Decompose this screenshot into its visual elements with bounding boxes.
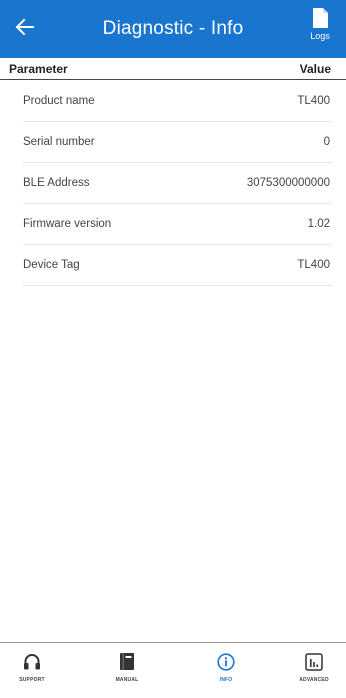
book-icon: [120, 653, 134, 670]
nav-advanced[interactable]: ADVANCED: [284, 653, 344, 683]
row-divider: [23, 285, 332, 286]
row-parameter: Product name: [23, 95, 95, 107]
nav-manual[interactable]: MANUAL: [97, 653, 157, 683]
table-row: Product name TL400: [0, 81, 346, 122]
nav-support[interactable]: SUPPORT: [2, 653, 62, 683]
table-row: Firmware version 1.02: [0, 204, 346, 245]
row-parameter: BLE Address: [23, 177, 90, 189]
row-value: 3075300000000: [246, 177, 330, 189]
bar-chart-icon: [305, 653, 323, 671]
file-icon: [313, 8, 328, 28]
row-parameter: Device Tag: [23, 259, 80, 271]
row-value: TL400: [297, 259, 330, 271]
parameter-list: Product name TL400 Serial number 0 BLE A…: [0, 81, 346, 286]
row-value: 1.02: [307, 218, 330, 230]
row-value: 0: [323, 136, 330, 148]
parameter-column-header: Parameter: [9, 62, 68, 76]
info-circle-icon: [217, 653, 235, 671]
row-parameter: Serial number: [23, 136, 95, 148]
table-header: Parameter Value: [0, 58, 346, 80]
nav-info[interactable]: INFO: [196, 653, 256, 683]
nav-info-label: INFO: [219, 677, 233, 683]
row-parameter: Firmware version: [23, 218, 112, 230]
nav-advanced-label: ADVANCED: [299, 677, 329, 683]
table-row: BLE Address 3075300000000: [0, 163, 346, 204]
headset-icon: [24, 654, 40, 670]
logs-label: Logs: [310, 31, 330, 41]
table-row: Device Tag TL400: [0, 245, 346, 286]
row-value: TL400: [297, 95, 330, 107]
value-column-header: Value: [299, 62, 331, 76]
logs-button[interactable]: Logs: [304, 8, 336, 52]
table-row: Serial number 0: [0, 122, 346, 163]
nav-manual-label: MANUAL: [115, 677, 139, 683]
bottom-nav: SUPPORT MANUAL INFO ADVANCED: [0, 642, 346, 698]
app-header: Diagnostic - Info Logs: [0, 0, 346, 58]
page-title: Diagnostic - Info: [102, 18, 244, 39]
nav-support-label: SUPPORT: [19, 677, 45, 683]
